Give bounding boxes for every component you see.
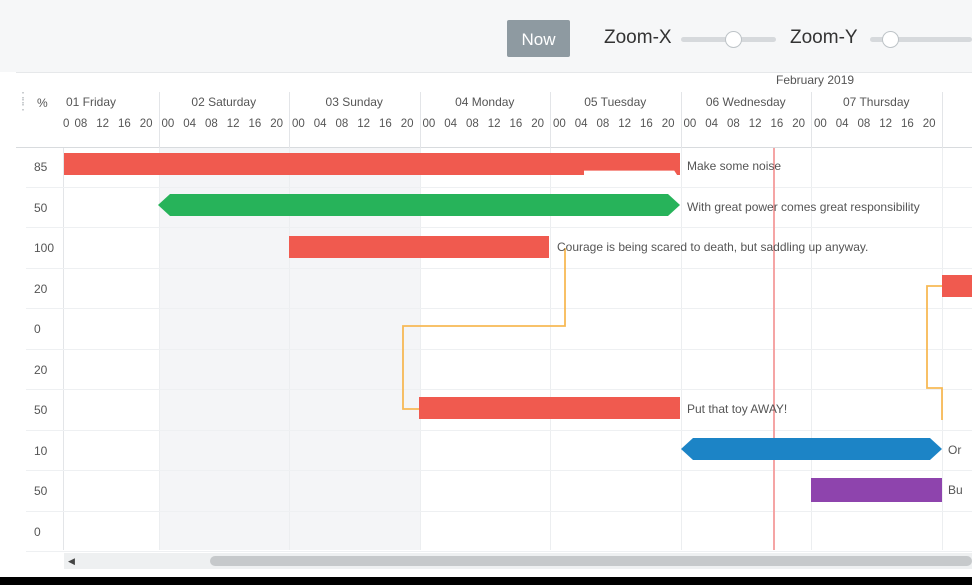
task-label-make-some-noise: Make some noise: [687, 159, 782, 173]
task-progress: [811, 478, 877, 502]
task-progress: [64, 153, 584, 175]
task-progress: [158, 194, 420, 216]
dependency-line-right: [926, 285, 943, 420]
task-bar-courage[interactable]: [289, 236, 549, 258]
task-remaining: [584, 153, 680, 175]
task-bar-or[interactable]: [681, 438, 942, 460]
horizontal-scrollbar-thumb[interactable]: [210, 556, 972, 566]
task-bar-bu[interactable]: [811, 478, 942, 502]
task-remaining: [550, 397, 680, 419]
task-label-great-power: With great power comes great responsibil…: [687, 200, 920, 214]
task-progress: [419, 397, 550, 419]
task-bar-toy-away[interactable]: [419, 397, 680, 419]
task-bar-make-some-noise[interactable]: [64, 153, 680, 175]
task-label-bu: Bu: [948, 483, 963, 497]
task-remaining: [711, 438, 942, 460]
task-label-toy-away: Put that toy AWAY!: [687, 402, 788, 416]
task-remaining: [420, 194, 680, 216]
bottom-border: [0, 577, 972, 585]
dependency-line-courage-to-toy: [402, 248, 566, 410]
task-label-courage: Courage is being scared to death, but sa…: [557, 240, 869, 254]
task-remaining: [877, 478, 942, 502]
task-bar-offscreen[interactable]: [942, 275, 972, 297]
scroll-left-arrow-icon[interactable]: ◀: [68, 556, 75, 567]
task-bar-great-power[interactable]: [158, 194, 680, 216]
task-label-or: Or: [948, 443, 962, 457]
